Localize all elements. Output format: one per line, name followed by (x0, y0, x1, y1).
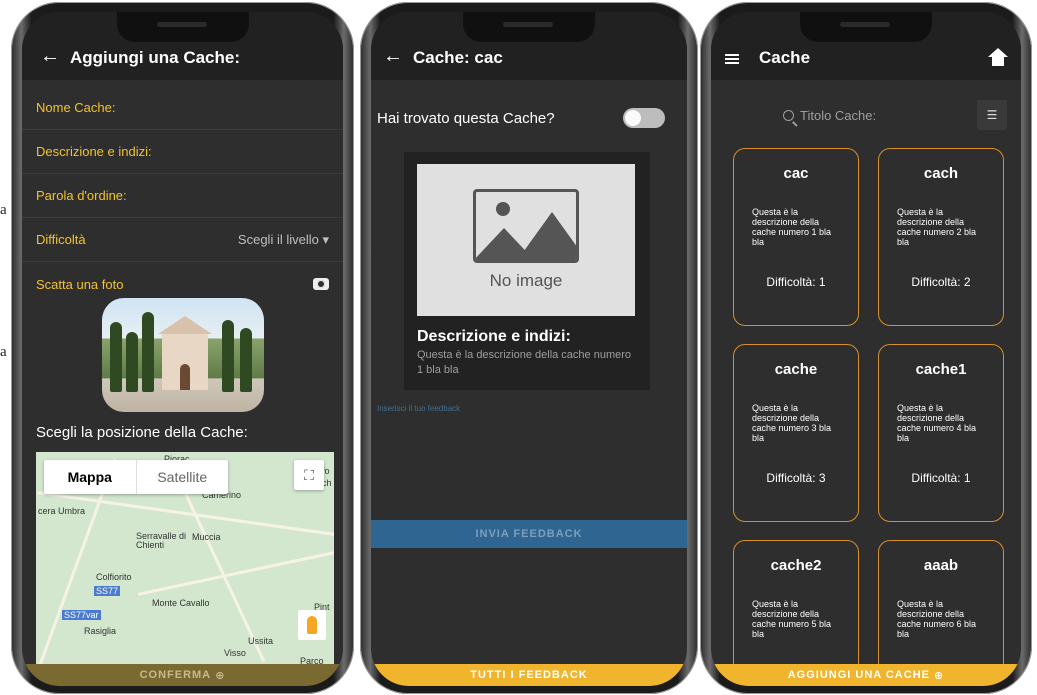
map-road-label: SS77 (94, 586, 121, 596)
position-title: Scegli la posizione della Cache: (36, 424, 248, 441)
phone-notch (116, 12, 249, 42)
cache-tile[interactable]: cache1 Questa è la descrizione della cac… (878, 344, 1004, 522)
found-question: Hai trovato questa Cache? (377, 109, 555, 127)
cache-tile-name: cac (783, 165, 809, 182)
satellite-tab-button[interactable]: Satellite (135, 460, 229, 494)
filter-icon[interactable]: ☰ (977, 100, 1007, 130)
cache-tile-name: cache1 (915, 361, 967, 378)
description-label: Descrizione e indizi: (36, 144, 152, 159)
phone-cache-detail: ← Cache: cac Hai trovato questa Cache? N… (360, 2, 698, 694)
screenshot-stage: a a ← Aggiungi una Cache: Nome Cache: De… (0, 0, 1037, 695)
cache-tile[interactable]: cac Questa è la descrizione della cache … (733, 148, 859, 326)
plus-circle-icon: ⊕ (934, 669, 945, 682)
found-toggle-row: Hai trovato questa Cache? (377, 108, 665, 128)
search-icon (783, 110, 794, 121)
cache-tile-desc: Questa è la descrizione della cache nume… (897, 207, 977, 247)
phone-add-cache: ← Aggiungi una Cache: Nome Cache: Descri… (11, 2, 354, 694)
password-label: Parola d'ordine: (36, 188, 127, 203)
map-place-label: Ussita (248, 636, 274, 646)
cache-list-screen: Cache Titolo Cache: ☰ cac Questa è la de… (711, 12, 1021, 686)
add-cache-label: AGGIUNGI UNA CACHE (787, 669, 930, 681)
cache-detail-screen: ← Cache: cac Hai trovato questa Cache? N… (371, 12, 687, 686)
difficulty-row: Difficoltà Scegli il livello ▾ (22, 218, 343, 262)
add-cache-screen: ← Aggiungi una Cache: Nome Cache: Descri… (22, 12, 343, 686)
cache-tile-difficulty: Difficoltà: 3 (766, 471, 826, 485)
map-type-toggle: Mappa Satellite (44, 460, 228, 494)
cache-tile[interactable]: cach Questa è la descrizione della cache… (878, 148, 1004, 326)
cache-tile-name: cache (774, 361, 818, 378)
camera-icon[interactable] (313, 278, 329, 290)
cache-tile-desc: Questa è la descrizione della cache nume… (897, 403, 977, 443)
password-field[interactable]: Parola d'ordine: (22, 174, 343, 218)
cache-tile-desc: Questa è la descrizione della cache nume… (752, 207, 832, 247)
phone-notch (800, 12, 932, 42)
map-place-label: Serravalle di Chienti (136, 531, 187, 550)
edge-text-fragment: a (0, 202, 7, 218)
add-cache-button[interactable]: AGGIUNGI UNA CACHE ⊕ (711, 664, 1021, 686)
map-place-label: cera Umbra (38, 506, 86, 516)
cache-tile-desc: Questa è la descrizione della cache nume… (752, 599, 832, 639)
found-toggle[interactable] (623, 108, 665, 128)
send-feedback-button[interactable]: INVIA FEEDBACK (371, 520, 687, 548)
all-feedback-button[interactable]: TUTTI I FEEDBACK (371, 664, 687, 686)
map-place-label: Rasiglia (84, 626, 117, 636)
map-place-label: Monte Cavallo (152, 598, 210, 608)
back-arrow-icon[interactable]: ← (383, 45, 413, 68)
cache-tile-name: cache2 (770, 557, 822, 574)
cache-photo (102, 298, 264, 412)
map-tab-button[interactable]: Mappa (44, 460, 136, 494)
location-map[interactable]: Piorac Camerino cera Umbra Serravalle di… (36, 452, 334, 672)
cache-name-label: Nome Cache: (36, 100, 116, 115)
phone-cache-list: Cache Titolo Cache: ☰ cac Questa è la de… (700, 2, 1032, 694)
menu-icon[interactable] (725, 54, 739, 64)
fullscreen-icon[interactable]: ⛶ (294, 460, 324, 490)
cache-tile-difficulty: Difficoltà: 1 (766, 275, 826, 289)
cache-card: No image Descrizione e indizi: Questa è … (404, 152, 650, 390)
page-title: Cache (759, 48, 811, 67)
search-input[interactable]: Titolo Cache: (783, 108, 876, 123)
edge-text-fragment: a (0, 344, 7, 360)
pegman-icon[interactable] (298, 610, 326, 640)
cache-tile[interactable]: cache Questa è la descrizione della cach… (733, 344, 859, 522)
cache-tile-difficulty: Difficoltà: 2 (911, 275, 971, 289)
image-icon (473, 189, 579, 263)
difficulty-label: Difficoltà (36, 232, 86, 247)
search-placeholder: Titolo Cache: (800, 108, 877, 123)
confirm-button[interactable]: CONFERMA ⊕ (22, 664, 343, 686)
difficulty-select-value: Scegli il livello (237, 231, 319, 247)
cache-tile-name: cach (923, 165, 959, 182)
cache-tile-name: aaab (923, 557, 959, 574)
no-image-placeholder: No image (417, 164, 635, 316)
home-icon[interactable] (988, 48, 1008, 66)
plus-circle-icon: ⊕ (215, 669, 226, 682)
difficulty-select[interactable]: Scegli il livello ▾ (238, 232, 329, 248)
map-road-label: SS77var (62, 610, 101, 620)
confirm-label: CONFERMA (139, 669, 212, 681)
phone-notch (463, 12, 595, 42)
description-title: Descrizione e indizi: (417, 328, 571, 345)
page-title: Aggiungi una Cache: (70, 48, 240, 67)
feedback-input[interactable]: Inserisci il tuo feedback (377, 404, 460, 413)
description-text: Questa è la descrizione della cache nume… (417, 349, 632, 376)
cache-tile-difficulty: Difficoltà: 1 (911, 471, 971, 485)
description-field[interactable]: Descrizione e indizi: (22, 130, 343, 174)
dropdown-arrow-icon: ▾ (322, 231, 329, 247)
page-title: Cache: cac (413, 48, 503, 67)
take-photo-label: Scatta una foto (36, 276, 124, 292)
map-place-label: Colfiorito (96, 572, 132, 582)
no-image-text: No image (489, 271, 563, 290)
cache-tile-desc: Questa è la descrizione della cache nume… (752, 403, 832, 443)
map-place-label: Visso (224, 648, 246, 658)
cache-tile-desc: Questa è la descrizione della cache nume… (897, 599, 977, 639)
cache-name-field[interactable]: Nome Cache: (22, 86, 343, 130)
map-place-label: Muccia (192, 532, 221, 542)
back-arrow-icon[interactable]: ← (40, 45, 70, 68)
